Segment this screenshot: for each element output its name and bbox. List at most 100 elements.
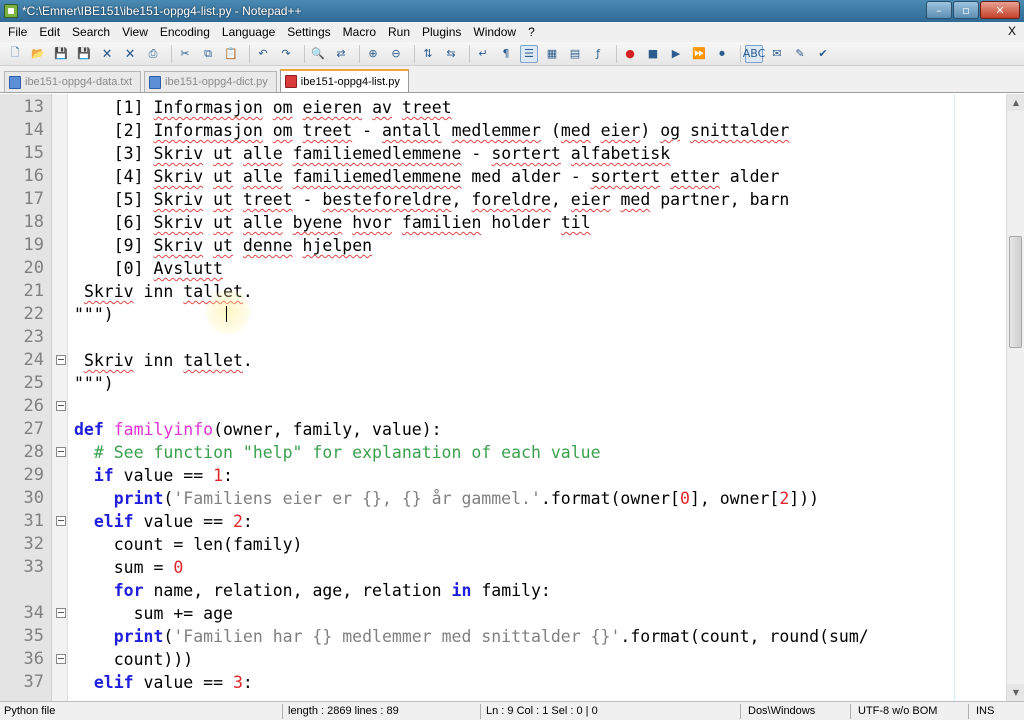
menu-search[interactable]: Search (66, 25, 116, 39)
minimize-button[interactable]: – (926, 1, 952, 19)
code-text[interactable]: count = len(family) (74, 533, 303, 556)
close-window-button[interactable]: ✕ (980, 1, 1020, 19)
code-text[interactable]: [9] Skriv ut denne hjelpen (74, 234, 372, 257)
close-document-button[interactable]: X (1008, 24, 1016, 38)
fold-toggle-icon[interactable] (56, 401, 66, 411)
code-text[interactable]: [0] Avslutt (74, 257, 223, 280)
save-icon[interactable]: 💾 (52, 45, 70, 63)
playback-macro-icon[interactable]: ▶ (667, 45, 685, 63)
code-line[interactable]: 29 if value == 1: (0, 464, 1024, 487)
code-text[interactable]: print('Familien har {} medlemmer med sni… (74, 625, 869, 648)
code-text[interactable]: """) (74, 303, 114, 326)
code-text[interactable]: [1] Informasjon om eieren av treet (74, 96, 452, 119)
code-line[interactable]: 37 elif value == 3: (0, 671, 1024, 694)
code-line[interactable]: 35 print('Familien har {} medlemmer med … (0, 625, 1024, 648)
print-icon[interactable]: ⎙ (144, 45, 162, 63)
menu-file[interactable]: File (2, 25, 33, 39)
new-file-icon[interactable]: 🗋 (6, 45, 24, 63)
menu-plugins[interactable]: Plugins (416, 25, 467, 39)
replace-icon[interactable]: ⇄ (332, 45, 350, 63)
code-line[interactable]: 15 [3] Skriv ut alle familiemedlemmene -… (0, 142, 1024, 165)
code-line[interactable]: 28 # See function "help" for explanation… (0, 441, 1024, 464)
code-line[interactable]: 17 [5] Skriv ut treet - besteforeldre, f… (0, 188, 1024, 211)
indent-guide-icon[interactable]: ☰ (520, 44, 538, 63)
menu-macro[interactable]: Macro (337, 25, 382, 39)
status-encoding[interactable]: UTF-8 w/o BOM (858, 705, 937, 717)
maximize-button[interactable]: ▫ (953, 1, 979, 19)
spell-check-settings-icon[interactable]: ✉ (768, 45, 786, 63)
code-text[interactable]: # See function "help" for explanation of… (74, 441, 601, 464)
menu-run[interactable]: Run (382, 25, 416, 39)
scroll-down-icon[interactable]: ▼ (1007, 684, 1024, 701)
save-all-icon[interactable]: 💾 (75, 45, 93, 63)
code-text[interactable]: sum = 0 (74, 556, 184, 579)
code-line[interactable]: for name, relation, age, relation in fam… (0, 579, 1024, 602)
code-line[interactable]: 21 Skriv inn tallet. (0, 280, 1024, 303)
code-line[interactable]: 33 sum = 0 (0, 556, 1024, 579)
menu-edit[interactable]: Edit (33, 25, 66, 39)
zoom-out-icon[interactable]: ⊖ (387, 45, 405, 63)
word-wrap-icon[interactable]: ↵ (474, 45, 492, 63)
code-line[interactable]: 22 """) (0, 303, 1024, 326)
spell-check-icon[interactable]: ABC (743, 44, 765, 63)
fold-toggle-icon[interactable] (56, 608, 66, 618)
code-line[interactable]: 19 [9] Skriv ut denne hjelpen (0, 234, 1024, 257)
code-line[interactable]: 24 Skriv inn tallet. (0, 349, 1024, 372)
undo-icon[interactable]: ↶ (254, 45, 272, 63)
code-line[interactable]: 32 count = len(family) (0, 533, 1024, 556)
document-map-icon[interactable]: ▤ (566, 45, 584, 63)
stop-macro-icon[interactable]: ■ (644, 45, 662, 63)
code-text[interactable]: print('Familiens eier er {}, {} år gamme… (74, 487, 819, 510)
code-text[interactable]: def familyinfo(owner, family, value): (74, 418, 442, 441)
code-line[interactable]: 20 [0] Avslutt (0, 257, 1024, 280)
code-text[interactable]: for name, relation, age, relation in fam… (74, 579, 551, 602)
code-text[interactable]: [2] Informasjon om treet - antall medlem… (74, 119, 790, 142)
code-text[interactable]: """) (74, 372, 114, 395)
code-text[interactable]: elif value == 2: (74, 510, 253, 533)
code-line[interactable]: 18 [6] Skriv ut alle byene hvor familien… (0, 211, 1024, 234)
code-text[interactable]: elif value == 3: (74, 671, 253, 694)
code-text[interactable]: sum += age (74, 602, 233, 625)
code-line[interactable]: 25 """) (0, 372, 1024, 395)
editor-pane[interactable]: 13 [1] Informasjon om eieren av treet 14 … (0, 94, 1024, 701)
tab-ibe151-oppg4-list[interactable]: ibe151-oppg4-list.py (279, 69, 409, 92)
status-insert-mode[interactable]: INS (976, 705, 994, 717)
code-line[interactable]: 27 def familyinfo(owner, family, value): (0, 418, 1024, 441)
language-define-icon[interactable]: ▦ (543, 45, 561, 63)
code-text[interactable]: [6] Skriv ut alle byene hvor familien ho… (74, 211, 591, 234)
code-text[interactable]: [5] Skriv ut treet - besteforeldre, fore… (74, 188, 790, 211)
close-all-icon[interactable]: 🗙 (121, 45, 139, 63)
plugin-icon[interactable]: ✎ (791, 45, 809, 63)
fold-toggle-icon[interactable] (56, 516, 66, 526)
sync-horizontal-icon[interactable]: ⇆ (442, 45, 460, 63)
paste-icon[interactable]: 📋 (222, 45, 240, 63)
close-file-icon[interactable]: 🗙 (98, 45, 116, 63)
status-eol[interactable]: Dos\Windows (748, 705, 815, 717)
code-line[interactable]: 26 (0, 395, 1024, 418)
code-line[interactable]: 16 [4] Skriv ut alle familiemedlemmene m… (0, 165, 1024, 188)
plugin-check-icon[interactable]: ✔ (814, 45, 832, 63)
scrollbar-thumb[interactable] (1009, 236, 1022, 348)
tab-ibe151-oppg4-data[interactable]: ibe151-oppg4-data.txt (4, 71, 142, 92)
function-list-icon[interactable]: ƒ (589, 45, 607, 63)
menu-view[interactable]: View (116, 25, 154, 39)
code-line[interactable]: 34 sum += age (0, 602, 1024, 625)
save-macro-icon[interactable]: ⏺ (713, 45, 731, 63)
code-text[interactable]: Skriv inn tallet. (74, 349, 253, 372)
code-line[interactable]: 23 (0, 326, 1024, 349)
code-line[interactable]: 13 [1] Informasjon om eieren av treet (0, 96, 1024, 119)
menu-settings[interactable]: Settings (281, 25, 336, 39)
code-text[interactable]: [4] Skriv ut alle familiemedlemmene med … (74, 165, 780, 188)
menu-language[interactable]: Language (216, 25, 281, 39)
fold-toggle-icon[interactable] (56, 355, 66, 365)
fold-toggle-icon[interactable] (56, 654, 66, 664)
fold-toggle-icon[interactable] (56, 447, 66, 457)
show-all-characters-icon[interactable]: ¶ (497, 45, 515, 63)
code-text[interactable]: [3] Skriv ut alle familiemedlemmene - so… (74, 142, 670, 165)
find-icon[interactable]: 🔍 (309, 45, 327, 63)
code-line[interactable]: 31 elif value == 2: (0, 510, 1024, 533)
code-text[interactable]: if value == 1: (74, 464, 233, 487)
code-line[interactable]: 14 [2] Informasjon om treet - antall med… (0, 119, 1024, 142)
menu-encoding[interactable]: Encoding (154, 25, 216, 39)
menu-help[interactable]: ? (522, 25, 541, 39)
